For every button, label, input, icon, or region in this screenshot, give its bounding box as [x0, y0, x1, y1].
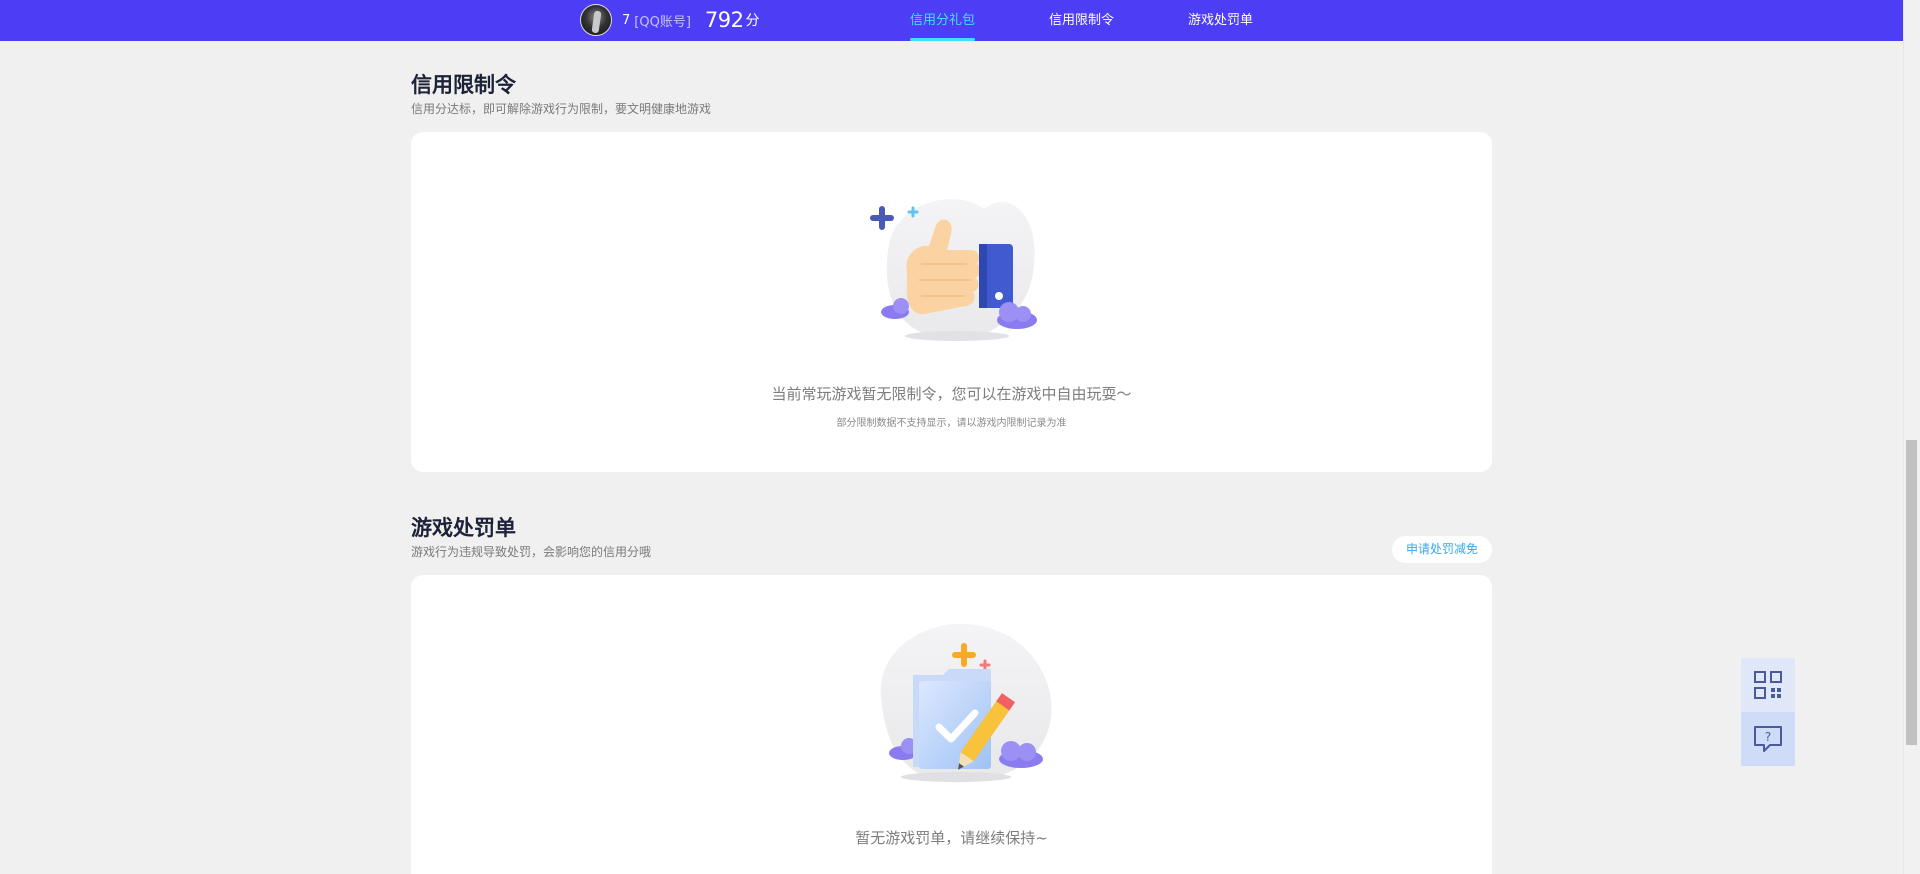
user-info: 7 [QQ账号] 792 分 [580, 4, 759, 36]
floating-tools: ? [1741, 658, 1795, 766]
user-id: 7 [622, 12, 631, 28]
apply-penalty-reduction-button[interactable]: 申请处罚减免 [1392, 536, 1492, 563]
qr-code-icon [1754, 671, 1782, 699]
document-check-icon [880, 623, 1052, 783]
help-chat-icon: ? [1754, 726, 1782, 752]
thumbs-up-icon [870, 199, 1037, 341]
penalty-empty-text: 暂无游戏罚单，请继续保持~ [855, 829, 1048, 847]
credit-score: 792 [704, 8, 744, 32]
penalty-card: 暂无游戏罚单，请继续保持~ [411, 575, 1492, 874]
scrollbar-thumb[interactable] [1906, 440, 1917, 745]
restriction-section-subtitle: 信用分达标，即可解除游戏行为限制，要文明健康地游戏 [411, 102, 712, 116]
restriction-empty-note: 部分限制数据不支持显示，请以游戏内限制记录为准 [836, 418, 1067, 429]
restriction-card: 当前常玩游戏暂无限制令，您可以在游戏中自由玩耍～ 部分限制数据不支持显示，请以游… [411, 132, 1492, 472]
svg-text:?: ? [1765, 730, 1771, 744]
restriction-section-title: 信用限制令 [411, 73, 516, 97]
nav-tab-credit-restriction[interactable]: 信用限制令 [1049, 0, 1114, 41]
penalty-section-title: 游戏处罚单 [411, 516, 516, 540]
top-navigation-bar: 7 [QQ账号] 792 分 信用分礼包 信用限制令 游戏处罚单 [0, 0, 1903, 41]
qr-code-button[interactable] [1741, 658, 1795, 712]
nav-tab-credit-gift[interactable]: 信用分礼包 [910, 0, 976, 41]
nav-tab-game-penalty[interactable]: 游戏处罚单 [1188, 0, 1253, 41]
penalty-section-subtitle: 游戏行为违规导致处罚，会影响您的信用分哦 [411, 545, 652, 559]
restriction-empty-text: 当前常玩游戏暂无限制令，您可以在游戏中自由玩耍～ [771, 385, 1132, 403]
account-type: [QQ账号] [634, 14, 691, 30]
avatar[interactable] [580, 4, 612, 36]
credit-score-unit: 分 [745, 13, 760, 29]
help-chat-button[interactable]: ? [1741, 712, 1795, 766]
